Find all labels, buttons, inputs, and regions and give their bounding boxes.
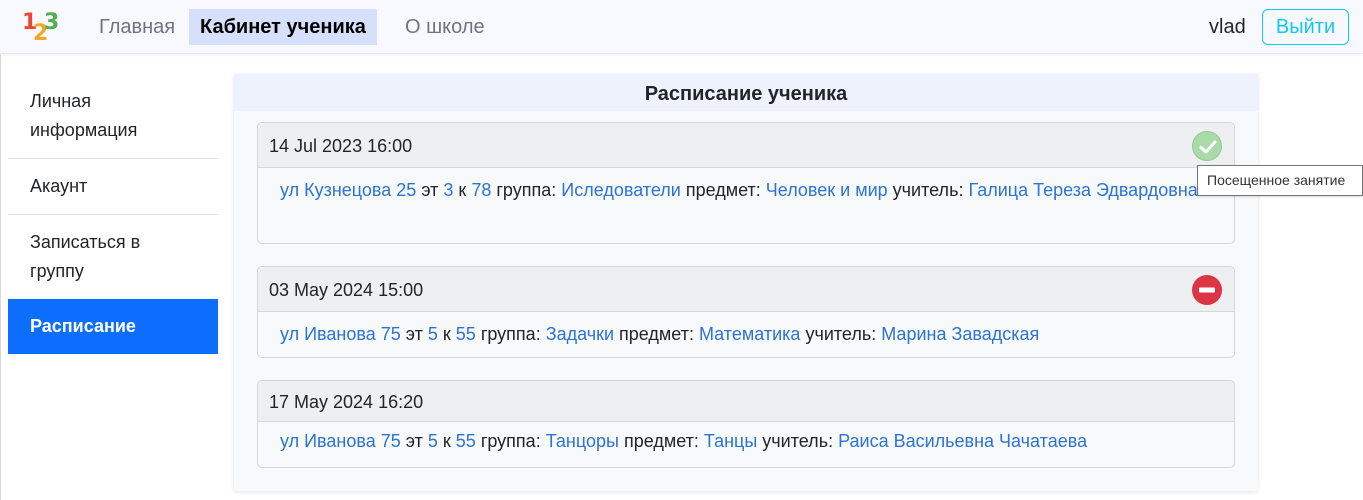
lesson-group-link[interactable]: Танцоры (546, 431, 619, 451)
lesson-room-link[interactable]: 55 (456, 431, 476, 451)
lesson-details: ул Кузнецова 25 эт 3 к 78 группа: Иследо… (258, 168, 1234, 205)
lesson-datetime: 03 May 2024 15:00 (269, 280, 424, 300)
subject-label: предмет: (685, 180, 761, 200)
group-label: группа: (496, 180, 557, 200)
lesson-group-link[interactable]: Иследователи (561, 180, 681, 200)
lesson-address-link[interactable]: ул Иванова 75 (280, 324, 401, 344)
lesson-details: ул Иванова 75 эт 5 к 55 группа: Задачки … (258, 312, 1234, 349)
sidebar-item-schedule[interactable]: Расписание (8, 299, 218, 354)
lesson-teacher-link[interactable]: Марина Завадская (881, 324, 1039, 344)
lesson-floor-link[interactable]: 5 (428, 324, 438, 344)
group-label: группа: (480, 324, 541, 344)
room-label: к (442, 324, 451, 344)
lesson-card: 03 May 2024 15:00 ул Иванова 75 эт 5 к 5… (257, 266, 1235, 358)
floor-label: эт (421, 180, 439, 200)
schedule-panel: Расписание ученика 14 Jul 2023 16:00 ул … (234, 74, 1258, 491)
floor-label: эт (405, 431, 423, 451)
subject-label: предмет: (619, 324, 694, 344)
lesson-address-link[interactable]: ул Иванова 75 (280, 431, 401, 451)
lesson-floor-link[interactable]: 5 (428, 431, 438, 451)
window-edge (0, 54, 1, 500)
sidebar-item-account[interactable]: Акаунт (8, 159, 218, 215)
navbar: 1 2 3 Главная Кабинет ученика О школе vl… (0, 0, 1363, 54)
lesson-header: 17 May 2024 16:20 (258, 381, 1234, 422)
teacher-label: учитель: (805, 324, 877, 344)
school-logo[interactable]: 1 2 3 (22, 11, 64, 47)
teacher-label: учитель: (762, 431, 834, 451)
page-title: Расписание ученика (234, 74, 1258, 111)
lesson-subject-link[interactable]: Танцы (704, 431, 757, 451)
lesson-room-link[interactable]: 55 (456, 324, 476, 344)
lesson-subject-link[interactable]: Человек и мир (766, 180, 888, 200)
nav-home[interactable]: Главная (88, 9, 186, 45)
attended-tooltip: Посещенное занятие (1197, 165, 1363, 196)
teacher-label: учитель: (892, 180, 964, 200)
lesson-floor-link[interactable]: 3 (443, 180, 453, 200)
check-circle-icon[interactable] (1192, 131, 1222, 161)
floor-label: эт (405, 324, 423, 344)
lesson-teacher-link[interactable]: Раиса Васильевна Чачатаева (838, 431, 1087, 451)
lesson-card: 14 Jul 2023 16:00 ул Кузнецова 25 эт 3 к… (257, 122, 1235, 244)
lesson-datetime: 17 May 2024 16:20 (269, 392, 424, 412)
lesson-card: 17 May 2024 16:20 ул Иванова 75 эт 5 к 5… (257, 380, 1235, 468)
lesson-address-link[interactable]: ул Кузнецова 25 (280, 180, 416, 200)
lesson-room-link[interactable]: 78 (471, 180, 491, 200)
nav-student-cabinet[interactable]: Кабинет ученика (189, 9, 377, 45)
lesson-header: 03 May 2024 15:00 (258, 267, 1234, 312)
lesson-details: ул Иванова 75 эт 5 к 55 группа: Танцоры … (258, 422, 1234, 456)
logo-digit-3: 3 (44, 10, 60, 35)
subject-label: предмет: (623, 431, 699, 451)
lesson-group-link[interactable]: Задачки (546, 324, 614, 344)
lesson-header: 14 Jul 2023 16:00 (258, 123, 1234, 168)
nav-about-school[interactable]: О школе (394, 9, 496, 45)
sidebar: Личная информация Акаунт Записаться в гр… (8, 74, 218, 354)
room-label: к (442, 431, 451, 451)
lesson-datetime: 14 Jul 2023 16:00 (269, 136, 413, 156)
username: vlad (1209, 16, 1246, 38)
room-label: к (458, 180, 467, 200)
no-entry-icon[interactable] (1192, 275, 1222, 305)
group-label: группа: (480, 431, 541, 451)
lesson-teacher-link[interactable]: Галица Тереза Эдвардовна (968, 180, 1197, 200)
sidebar-item-join-group[interactable]: Записаться в группу (8, 215, 218, 299)
lesson-subject-link[interactable]: Математика (699, 324, 800, 344)
logout-button[interactable]: Выйти (1262, 9, 1349, 45)
sidebar-item-personal-info[interactable]: Личная информация (8, 74, 218, 159)
